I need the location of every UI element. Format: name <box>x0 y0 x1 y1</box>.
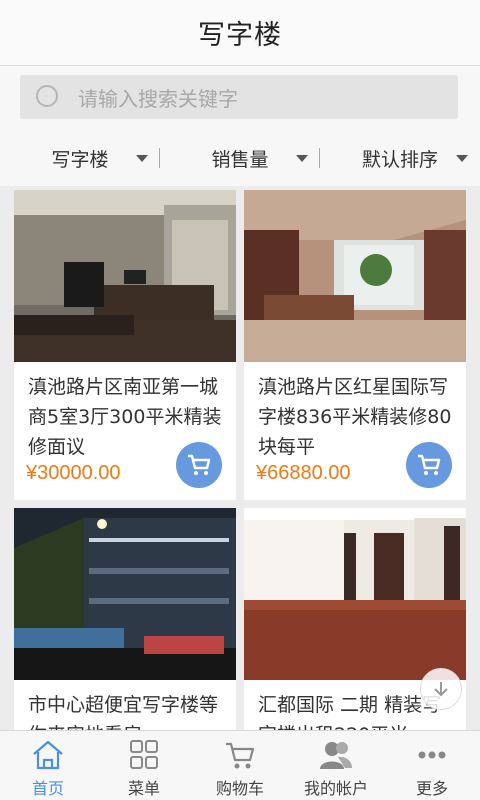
tab-label: 首页 <box>31 779 64 798</box>
tab-cart[interactable]: 购物车 <box>192 731 288 800</box>
filter-sales-label: 销售量 <box>211 148 269 171</box>
tab-label: 更多 <box>415 779 448 798</box>
tab-label: 我的帐户 <box>303 779 368 798</box>
product-title: 市中心超便宜写字楼等你来实地看房 <box>28 694 219 730</box>
search-icon <box>36 85 58 107</box>
filter-category[interactable]: 写字楼 <box>0 130 160 186</box>
grid-icon <box>130 740 158 769</box>
product-card[interactable]: 滇池路片区红星国际写字楼836平米精装修80块每平 ¥66880.00 <box>244 190 466 500</box>
search-input[interactable]: 请输入搜索关键字 <box>20 75 458 119</box>
arrow-down-icon <box>434 682 448 697</box>
filter-sort-label: 默认排序 <box>361 148 438 171</box>
tab-label: 购物车 <box>215 779 264 798</box>
tab-account[interactable]: 我的帐户 <box>288 731 384 800</box>
add-to-cart-button[interactable] <box>176 442 222 488</box>
product-image <box>14 508 236 680</box>
home-icon <box>33 740 63 770</box>
filter-sales[interactable]: 销售量 <box>160 130 320 186</box>
product-card[interactable]: 市中心超便宜写字楼等你来实地看房 <box>14 508 236 730</box>
product-price: ¥30000.00 <box>26 462 121 484</box>
bottom-tab-bar: 首页 菜单 购物车 我的帐户 更多 <box>0 730 480 800</box>
scroll-down-button[interactable] <box>420 668 462 710</box>
search-bar: 请输入搜索关键字 <box>0 66 480 130</box>
cart-icon <box>188 454 211 475</box>
cart-icon <box>226 742 255 769</box>
user-icon <box>320 742 352 769</box>
product-image <box>244 508 466 680</box>
filter-sort[interactable]: 默认排序 <box>320 130 480 186</box>
filter-bar: 写字楼 销售量 默认排序 <box>0 130 480 186</box>
chevron-down-icon <box>456 155 468 162</box>
product-image <box>14 190 236 362</box>
product-card[interactable]: 滇池路片区南亚第一城商5室3厅300平米精装修面议 ¥30000.00 <box>14 190 236 500</box>
filter-category-label: 写字楼 <box>51 148 109 171</box>
product-grid: 滇池路片区南亚第一城商5室3厅300平米精装修面议 ¥30000.00 滇池路片… <box>0 186 480 730</box>
tab-label: 菜单 <box>127 779 160 798</box>
tab-more[interactable]: 更多 <box>384 731 480 800</box>
product-image <box>244 190 466 362</box>
product-price: ¥66880.00 <box>256 462 351 484</box>
search-placeholder: 请输入搜索关键字 <box>78 86 238 111</box>
add-to-cart-button[interactable] <box>406 442 452 488</box>
chevron-down-icon <box>296 155 308 162</box>
page-title: 写字楼 <box>198 20 282 51</box>
app-header: 写字楼 <box>0 0 480 66</box>
more-icon <box>418 751 446 759</box>
cart-icon <box>418 454 441 475</box>
tab-home[interactable]: 首页 <box>0 731 96 800</box>
chevron-down-icon <box>136 155 148 162</box>
tab-menu[interactable]: 菜单 <box>96 731 192 800</box>
